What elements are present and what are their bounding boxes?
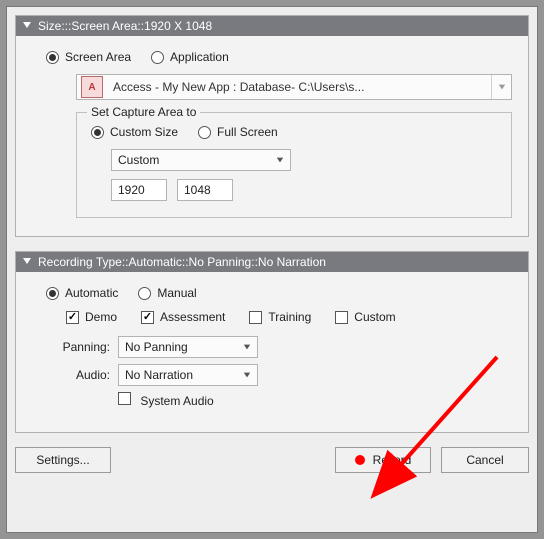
full-screen-radio[interactable]: Full Screen [198,125,278,139]
chevron-down-icon [243,340,251,354]
size-mode-group: Screen Area Application [46,50,512,64]
system-audio-row: System Audio [46,392,512,408]
recording-panel-title: Recording Type::Automatic::No Panning::N… [38,255,326,269]
assessment-checkbox[interactable]: Assessment [141,310,225,324]
size-panel-title: Size:::Screen Area::1920 X 1048 [38,19,212,33]
audio-row: Audio: No Narration [46,364,512,386]
capture-area-fieldset: Set Capture Area to Custom Size Full Scr… [76,112,512,218]
checkbox-icon [335,311,348,324]
radio-icon [151,51,164,64]
record-label: Record [373,453,412,467]
radio-icon [91,126,104,139]
training-checkbox[interactable]: Training [249,310,311,324]
size-panel-header[interactable]: Size:::Screen Area::1920 X 1048 [16,16,528,36]
checkbox-icon [66,311,79,324]
checkbox-icon [141,311,154,324]
application-select[interactable]: A Access - My New App : Database- C:\Use… [76,74,512,100]
custom-size-radio[interactable]: Custom Size [91,125,178,139]
screen-area-label: Screen Area [65,50,131,64]
dialog-footer: Settings... Record Cancel [15,447,529,473]
assessment-label: Assessment [160,310,225,324]
manual-label: Manual [157,286,196,300]
record-button[interactable]: Record [335,447,431,473]
custom-label: Custom [354,310,395,324]
width-input[interactable]: 1920 [111,179,167,201]
panning-value: No Panning [125,340,188,354]
settings-button[interactable]: Settings... [15,447,111,473]
training-label: Training [268,310,311,324]
radio-icon [46,51,59,64]
dropdown-icon[interactable] [491,75,511,99]
capture-area-legend: Set Capture Area to [87,105,200,119]
height-value: 1048 [184,183,211,197]
recording-mode-group: Automatic Manual [46,286,512,300]
cancel-button[interactable]: Cancel [441,447,529,473]
manual-radio[interactable]: Manual [138,286,196,300]
automatic-radio[interactable]: Automatic [46,286,118,300]
recording-panel-header[interactable]: Recording Type::Automatic::No Panning::N… [16,252,528,272]
radio-icon [198,126,211,139]
custom-size-label: Custom Size [110,125,178,139]
panning-row: Panning: No Panning [46,336,512,358]
collapse-icon [22,255,32,269]
record-icon [355,455,365,465]
capture-dialog: Size:::Screen Area::1920 X 1048 Screen A… [6,6,538,533]
capture-size-group: Custom Size Full Screen [91,125,497,139]
application-label: Application [170,50,229,64]
cancel-label: Cancel [466,453,503,467]
radio-icon [46,287,59,300]
demo-checkbox[interactable]: Demo [66,310,117,324]
demo-label: Demo [85,310,117,324]
custom-checkbox[interactable]: Custom [335,310,395,324]
access-icon: A [81,76,103,98]
recording-panel-body: Automatic Manual Demo Assessment [16,272,528,432]
chevron-down-icon [276,153,284,167]
application-radio[interactable]: Application [151,50,229,64]
panning-select[interactable]: No Panning [118,336,258,358]
system-audio-checkbox[interactable]: System Audio [118,392,214,408]
recording-panel: Recording Type::Automatic::No Panning::N… [15,251,529,433]
panning-label: Panning: [46,340,110,354]
size-panel-body: Screen Area Application A Access - My Ne… [16,36,528,236]
full-screen-label: Full Screen [217,125,278,139]
screen-area-radio[interactable]: Screen Area [46,50,131,64]
audio-label: Audio: [46,368,110,382]
checkbox-icon [249,311,262,324]
height-input[interactable]: 1048 [177,179,233,201]
collapse-icon [22,19,32,33]
audio-select[interactable]: No Narration [118,364,258,386]
settings-label: Settings... [36,453,89,467]
size-panel: Size:::Screen Area::1920 X 1048 Screen A… [15,15,529,237]
size-preset-select[interactable]: Custom [111,149,291,171]
size-preset-value: Custom [118,153,159,167]
chevron-down-icon [243,368,251,382]
radio-icon [138,287,151,300]
system-audio-label: System Audio [140,394,213,408]
audio-value: No Narration [125,368,193,382]
automatic-label: Automatic [65,286,118,300]
recording-flags: Demo Assessment Training Custom [66,310,512,324]
application-selected-text: Access - My New App : Database- C:\Users… [107,80,491,94]
width-value: 1920 [118,183,145,197]
checkbox-icon [118,392,131,405]
